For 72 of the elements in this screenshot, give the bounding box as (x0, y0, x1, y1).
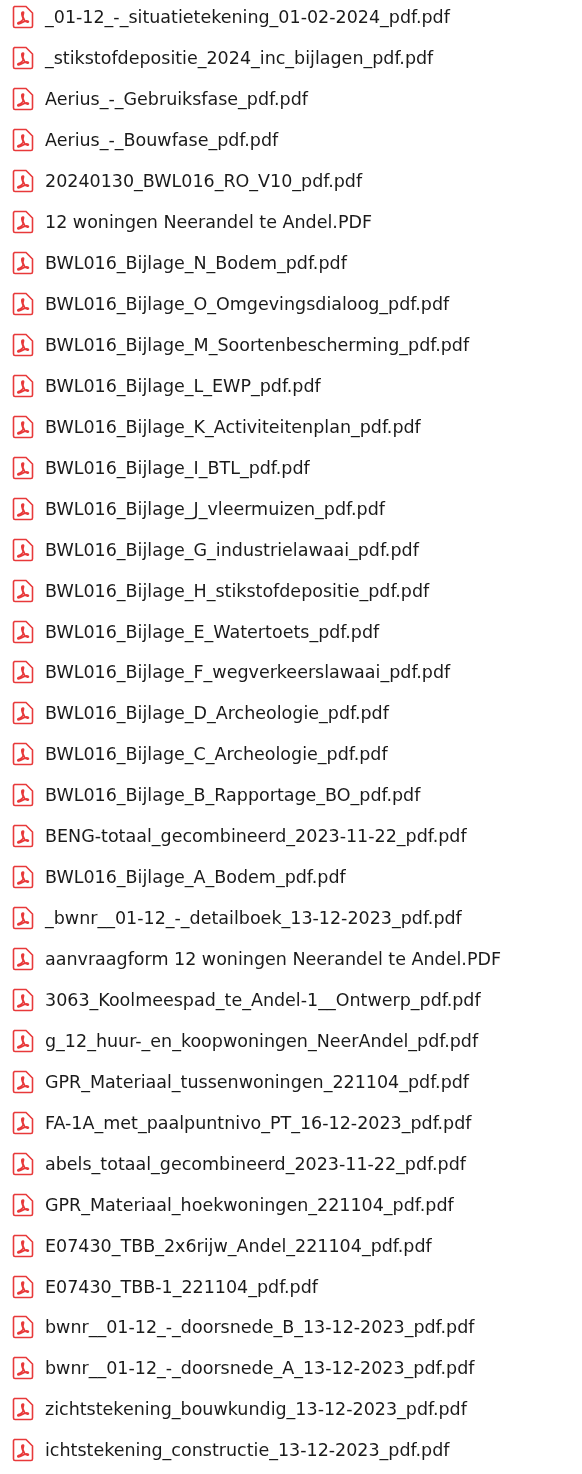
pdf-file-icon (12, 1356, 34, 1381)
pdf-file-icon (12, 1397, 34, 1422)
pdf-file-icon (12, 373, 34, 398)
file-name[interactable]: BENG-totaal_gecombineerd_2023-11-22_pdf.pdf (45, 826, 467, 847)
pdf-file-icon (12, 169, 34, 194)
pdf-file-icon (12, 455, 34, 480)
file-name[interactable]: Aerius_-_Gebruiksfase_pdf.pdf (45, 89, 308, 110)
file-name[interactable]: _bwnr__01-12_-_detailboek_13-12-2023_pdf.pdf (45, 908, 462, 929)
pdf-file-icon (12, 660, 34, 685)
pdf-file-icon (12, 1110, 34, 1135)
pdf-file-icon (12, 46, 34, 71)
pdf-file-icon (12, 619, 34, 644)
file-name[interactable]: BWL016_Bijlage_J_vleermuizen_pdf.pdf (45, 498, 385, 519)
file-name[interactable]: g_12_huur-_en_koopwoningen_NeerAndel_pdf.pdf (45, 1030, 479, 1051)
pdf-file-icon (12, 947, 34, 972)
pdf-file-icon (12, 783, 34, 808)
pdf-file-icon (12, 1233, 34, 1258)
pdf-file-icon (12, 701, 34, 726)
pdf-file-icon (12, 496, 34, 521)
file-name[interactable]: 20240130_BWL016_RO_V10_pdf.pdf (45, 171, 363, 192)
file-name[interactable]: E07430_TBB_2x6rijw_Andel_221104_pdf.pdf (45, 1235, 432, 1256)
pdf-file-icon (12, 1069, 34, 1094)
file-name[interactable]: zichtstekening_bouwkundig_13-12-2023_pdf.pdf (45, 1399, 467, 1420)
pdf-file-icon (12, 1192, 34, 1217)
file-name[interactable]: BWL016_Bijlage_O_Omgevingsdialoog_pdf.pdf (45, 294, 450, 315)
file-name[interactable]: BWL016_Bijlage_E_Watertoets_pdf.pdf (45, 621, 380, 642)
file-name[interactable]: GPR_Materiaal_hoekwoningen_221104_pdf.pdf (45, 1194, 454, 1215)
file-name[interactable]: E07430_TBB-1_221104_pdf.pdf (45, 1276, 318, 1297)
file-name[interactable]: BWL016_Bijlage_I_BTL_pdf.pdf (45, 457, 310, 478)
pdf-file-icon (12, 251, 34, 276)
pdf-file-icon (12, 1315, 34, 1340)
file-name[interactable]: BWL016_Bijlage_K_Activiteitenplan_pdf.pdf (45, 416, 421, 437)
file-name[interactable]: 3063_Koolmeespad_te_Andel-1__Ontwerp_pdf.pdf (45, 989, 481, 1010)
file-name[interactable]: BWL016_Bijlage_C_Archeologie_pdf.pdf (45, 744, 388, 765)
file-name[interactable]: FA-1A_met_paalpuntnivo_PT_16-12-2023_pdf.pdf (45, 1112, 472, 1133)
pdf-file-icon (12, 865, 34, 890)
pdf-file-icon (12, 1274, 34, 1299)
pdf-file-icon (12, 1028, 34, 1053)
pdf-file-icon (12, 742, 34, 767)
file-name[interactable]: BWL016_Bijlage_B_Rapportage_BO_pdf.pdf (45, 785, 421, 806)
pdf-file-icon (12, 906, 34, 931)
file-name[interactable]: BWL016_Bijlage_L_EWP_pdf.pdf (45, 375, 321, 396)
file-name[interactable]: bwnr__01-12_-_doorsnede_B_13-12-2023_pdf.pdf (45, 1317, 475, 1338)
file-name[interactable]: 12 woningen Neerandel te Andel.PDF (45, 212, 372, 233)
file-name[interactable]: ichtstekening_constructie_13-12-2023_pdf.pdf (45, 1440, 450, 1461)
file-name[interactable]: BWL016_Bijlage_D_Archeologie_pdf.pdf (45, 703, 389, 724)
file-name[interactable]: aanvraagform 12 woningen Neerandel te Andel.PDF (45, 949, 502, 970)
file-name[interactable]: _01-12_-_situatietekening_01-02-2024_pdf.pdf (45, 7, 450, 28)
pdf-file-icon (12, 5, 34, 30)
file-name[interactable]: BWL016_Bijlage_N_Bodem_pdf.pdf (45, 253, 347, 274)
pdf-file-icon (12, 332, 34, 357)
file-name[interactable]: BWL016_Bijlage_H_stikstofdepositie_pdf.pdf (45, 580, 430, 601)
pdf-file-icon (12, 578, 34, 603)
file-name[interactable]: Aerius_-_Bouwfase_pdf.pdf (45, 130, 279, 151)
pdf-file-icon (12, 210, 34, 235)
pdf-file-icon (12, 1151, 34, 1176)
pdf-file-icon (12, 537, 34, 562)
file-name[interactable]: bwnr__01-12_-_doorsnede_A_13-12-2023_pdf.pdf (45, 1358, 475, 1379)
file-name[interactable]: BWL016_Bijlage_M_Soortenbescherming_pdf.pdf (45, 334, 470, 355)
file-name[interactable]: GPR_Materiaal_tussenwoningen_221104_pdf.pdf (45, 1071, 470, 1092)
file-name[interactable]: BWL016_Bijlage_A_Bodem_pdf.pdf (45, 867, 346, 888)
file-name[interactable]: _stikstofdepositie_2024_inc_bijlagen_pdf.pdf (45, 48, 434, 69)
pdf-file-icon (12, 87, 34, 112)
pdf-file-icon (12, 414, 34, 439)
pdf-file-icon (12, 987, 34, 1012)
file-name[interactable]: BWL016_Bijlage_F_wegverkeerslawaai_pdf.pdf (45, 662, 451, 683)
pdf-file-icon (12, 292, 34, 317)
pdf-file-icon (12, 1438, 34, 1463)
file-name[interactable]: abels_totaal_gecombineerd_2023-11-22_pdf.pdf (45, 1153, 466, 1174)
pdf-file-icon (12, 824, 34, 849)
file-name[interactable]: BWL016_Bijlage_G_industrielawaai_pdf.pdf (45, 539, 419, 560)
pdf-file-icon (12, 128, 34, 153)
